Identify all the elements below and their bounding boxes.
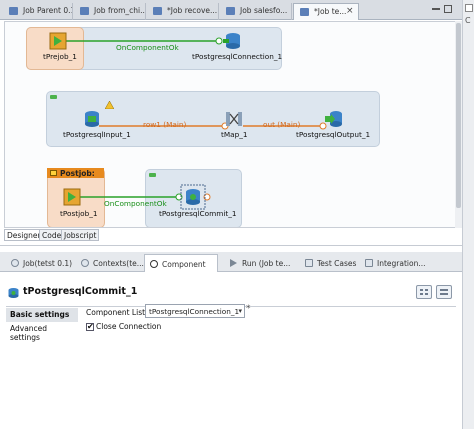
side-panel-letter: C xyxy=(465,16,471,25)
editor-tab-job-from-chi[interactable]: Job from_chi... xyxy=(74,3,146,20)
window-controls xyxy=(430,3,460,17)
postgresql-commit-icon[interactable] xyxy=(184,188,202,206)
view-tab-bar: Job(tetst 0.1) Contexts(te... Component … xyxy=(0,252,462,272)
job-designer-canvas[interactable]: Postjob: tPrejob_1 tPostgresqlConnection… xyxy=(4,21,456,228)
tab-designer[interactable]: Designer xyxy=(4,229,44,241)
restore-view-icon[interactable] xyxy=(465,4,473,12)
job-icon xyxy=(153,7,162,15)
job-icon xyxy=(80,7,89,15)
job-icon xyxy=(11,259,19,267)
editor-tab-label: Job salesfo... xyxy=(240,6,288,15)
editor-tab-job-salesfo[interactable]: Job salesfo... xyxy=(220,3,292,20)
row-link-label: row1 (Main) xyxy=(143,120,187,129)
warning-icon xyxy=(105,101,114,109)
component-gear-icon xyxy=(150,260,158,268)
component-label: tMap_1 xyxy=(221,130,248,139)
tab-component[interactable]: Component xyxy=(144,254,218,272)
integration-icon xyxy=(365,259,373,267)
view-tab-label: Contexts(te... xyxy=(93,259,144,268)
contexts-icon xyxy=(81,259,89,267)
chevron-down-icon: ▾ xyxy=(238,307,242,315)
grid-icon xyxy=(425,289,428,291)
tab-jobscript[interactable]: Jobscript xyxy=(61,229,100,241)
component-list-select[interactable]: tPostgresqlConnection_1 ▾ xyxy=(145,304,245,318)
table-view-button[interactable] xyxy=(416,285,432,299)
view-tab-label: Run (Job te... xyxy=(242,259,291,268)
job-icon xyxy=(226,7,235,15)
editor-tab-label: Job from_chi... xyxy=(94,6,146,15)
postgresql-input-icon[interactable] xyxy=(83,110,101,128)
editor-tab-label: Job Parent 0.1 xyxy=(23,6,73,15)
postjob-component-icon[interactable] xyxy=(63,188,81,206)
maximize-icon[interactable] xyxy=(444,5,452,13)
grid-icon xyxy=(420,293,423,295)
view-tab-label: Job(tetst 0.1) xyxy=(23,259,73,268)
editor-tab-job-recove[interactable]: *Job recove... xyxy=(147,3,219,20)
close-tab-icon[interactable]: × xyxy=(346,6,354,16)
right-side-strip: C xyxy=(462,0,474,429)
postgresql-connection-icon[interactable] xyxy=(223,32,241,50)
settings-nav: Basic settings Advanced settings xyxy=(6,308,78,342)
component-header: tPostgresqlCommit_1 xyxy=(0,284,462,304)
nav-basic-settings[interactable]: Basic settings xyxy=(6,308,78,322)
component-label: tPostgresqlOutput_1 xyxy=(296,130,371,139)
run-icon xyxy=(230,259,237,267)
nav-advanced-settings[interactable]: Advanced settings xyxy=(6,322,78,342)
component-label: tPostgresqlCommit_1 xyxy=(159,209,237,218)
component-label: tPostgresqlInput_1 xyxy=(63,130,131,139)
editor-tab-bar: Job Parent 0.1 Job from_chi... *Job reco… xyxy=(0,0,462,20)
job-icon xyxy=(9,7,18,15)
job-icon xyxy=(300,8,309,16)
postgresql-output-icon[interactable] xyxy=(325,110,343,128)
tmap-icon[interactable] xyxy=(225,110,243,128)
editor-tab-job-te[interactable]: *Job te... × xyxy=(293,3,359,20)
tab-run[interactable]: Run (Job te... xyxy=(225,254,297,272)
list-view-button[interactable] xyxy=(436,285,452,299)
row-link-label: out (Main) xyxy=(263,120,301,129)
required-marker: * xyxy=(246,304,251,314)
canvas-vertical-scrollbar[interactable] xyxy=(455,21,462,228)
editor-tab-job-parent[interactable]: Job Parent 0.1 xyxy=(3,3,73,20)
postgresql-commit-icon xyxy=(8,288,19,298)
check-icon: ✔ xyxy=(87,322,94,331)
component-list-label: Component List xyxy=(86,308,146,317)
close-connection-label: Close Connection xyxy=(96,322,162,331)
minimize-icon[interactable] xyxy=(432,8,440,10)
trigger-link-label: OnComponentOk xyxy=(116,43,179,52)
scrollbar-thumb[interactable] xyxy=(456,23,461,208)
prejob-component-icon[interactable] xyxy=(49,32,67,50)
tab-test-cases[interactable]: Test Cases xyxy=(300,254,356,272)
component-list-value: tPostgresqlConnection_1 xyxy=(149,307,240,316)
test-cases-icon xyxy=(305,259,313,267)
tab-integration[interactable]: Integration... xyxy=(360,254,426,272)
component-label: tPostgresqlConnection_1 xyxy=(192,52,283,61)
close-connection-checkbox[interactable]: ✔ xyxy=(86,322,94,331)
tab-job[interactable]: Job(tetst 0.1) xyxy=(6,254,72,272)
grid-icon xyxy=(425,293,428,295)
link-end-icon xyxy=(215,37,223,45)
component-label: tPostjob_1 xyxy=(60,209,98,218)
tab-contexts[interactable]: Contexts(te... xyxy=(76,254,144,272)
view-tab-label: Test Cases xyxy=(317,259,357,268)
grid-icon xyxy=(420,289,423,291)
component-label: tPrejob_1 xyxy=(43,52,77,61)
editor-tab-label: *Job recove... xyxy=(167,6,218,15)
view-tab-label: Component xyxy=(162,260,206,269)
bottom-views-panel: Job(tetst 0.1) Contexts(te... Component … xyxy=(0,245,462,429)
trigger-link-label: OnComponentOk xyxy=(104,199,167,208)
list-icon xyxy=(440,293,448,295)
view-tab-label: Integration... xyxy=(377,259,426,268)
editor-tab-label: *Job te... xyxy=(314,7,347,16)
list-icon xyxy=(440,289,448,291)
component-title: tPostgresqlCommit_1 xyxy=(23,286,138,297)
